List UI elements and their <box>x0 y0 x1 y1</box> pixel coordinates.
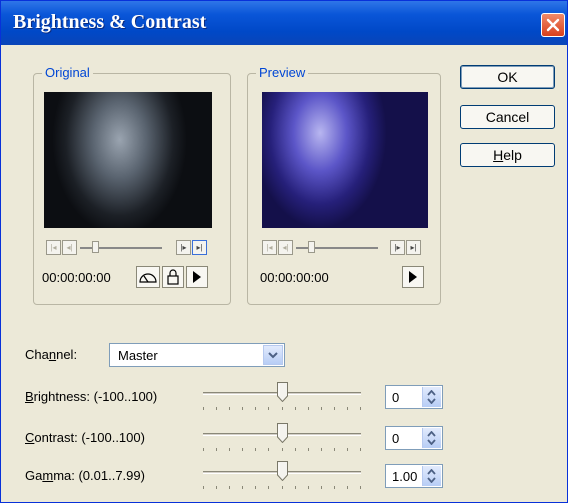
contrast-label: Contrast: (-100..100) <box>25 430 145 445</box>
channel-dropdown-button[interactable] <box>263 345 283 365</box>
preview-rewind-button[interactable]: |◂ <box>262 240 277 255</box>
contrast-thumb[interactable] <box>277 423 288 444</box>
brightness-label: Brightness: (-100..100) <box>25 389 158 404</box>
ok-button[interactable]: OK <box>460 65 555 89</box>
original-group: Original |◂ ◂| |▸ ▸| 00:00:00:00 <box>33 65 231 305</box>
original-timecode: 00:00:00:00 <box>42 270 111 285</box>
original-play-button[interactable] <box>186 266 208 288</box>
play-icon <box>409 271 417 283</box>
play-icon <box>193 271 201 283</box>
help-button[interactable]: Help <box>460 143 555 167</box>
end-icon: ▸| <box>196 243 203 252</box>
dialog-window: Brightness & Contrast Original |◂ ◂| |▸ … <box>0 0 568 503</box>
brightness-value: 0 <box>392 390 400 405</box>
contrast-ticks <box>203 448 361 452</box>
prev-frame-button[interactable]: ◂| <box>62 240 77 255</box>
dropdown-arrow-icon <box>268 352 278 359</box>
preview-end-button[interactable]: ▸| <box>406 240 421 255</box>
preview-scrub-thumb[interactable] <box>308 241 315 253</box>
preview-prev-frame-button[interactable]: ◂| <box>278 240 293 255</box>
next-frame-button[interactable]: |▸ <box>176 240 191 255</box>
spin-up-icon[interactable] <box>427 431 436 437</box>
gauge-icon <box>139 273 157 283</box>
end-button[interactable]: ▸| <box>192 240 207 255</box>
gamma-thumb[interactable] <box>277 461 288 482</box>
gauge-button[interactable] <box>136 266 160 288</box>
brightness-ticks <box>203 407 361 411</box>
spin-down-icon[interactable] <box>427 439 436 445</box>
prev-frame-icon: ◂| <box>66 243 73 252</box>
gamma-label: Gamma: (0.01..7.99) <box>25 468 145 483</box>
cancel-button[interactable]: Cancel <box>460 105 555 129</box>
close-button[interactable] <box>541 13 565 37</box>
rewind-icon: |◂ <box>50 243 57 252</box>
brightness-spin-buttons[interactable] <box>422 387 441 407</box>
spin-up-icon[interactable] <box>427 469 436 475</box>
title-bar[interactable]: Brightness & Contrast <box>1 1 567 45</box>
lock-button[interactable] <box>162 266 184 288</box>
spin-up-icon[interactable] <box>427 390 436 396</box>
contrast-spin-buttons[interactable] <box>422 428 441 448</box>
rewind-icon: |◂ <box>266 243 273 252</box>
lock-icon <box>167 269 179 285</box>
preview-video <box>262 92 428 228</box>
contrast-value: 0 <box>392 431 400 446</box>
spin-down-icon[interactable] <box>427 477 436 483</box>
channel-label: Channel: <box>25 347 78 362</box>
next-frame-icon: |▸ <box>180 243 187 252</box>
prev-frame-icon: ◂| <box>282 243 289 252</box>
channel-select[interactable]: Master <box>109 343 285 367</box>
original-group-label: Original <box>42 65 93 80</box>
gamma-ticks <box>203 486 361 490</box>
channel-value: Master <box>118 348 158 363</box>
contrast-spinbox[interactable]: 0 <box>385 426 443 450</box>
end-icon: ▸| <box>410 243 417 252</box>
next-frame-icon: |▸ <box>394 243 401 252</box>
gamma-value: 1.00 <box>392 469 418 484</box>
brightness-thumb[interactable] <box>277 382 288 403</box>
spin-down-icon[interactable] <box>427 398 436 404</box>
original-scrub-thumb[interactable] <box>92 241 99 253</box>
window-title: Brightness & Contrast <box>13 11 207 33</box>
rewind-button[interactable]: |◂ <box>46 240 61 255</box>
preview-next-frame-button[interactable]: |▸ <box>390 240 405 255</box>
preview-group: Preview |◂ ◂| |▸ ▸| 00:00:00:00 <box>247 65 441 305</box>
gamma-spin-buttons[interactable] <box>422 466 441 486</box>
brightness-spinbox[interactable]: 0 <box>385 385 443 409</box>
preview-play-button[interactable] <box>402 266 424 288</box>
preview-group-label: Preview <box>256 65 309 80</box>
preview-transport: |◂ ◂| |▸ ▸| <box>262 240 432 256</box>
original-video <box>44 92 212 228</box>
preview-timecode: 00:00:00:00 <box>260 270 329 285</box>
original-transport: |◂ ◂| |▸ ▸| <box>46 240 220 256</box>
gamma-spinbox[interactable]: 1.00 <box>385 464 443 488</box>
close-icon <box>546 18 560 32</box>
